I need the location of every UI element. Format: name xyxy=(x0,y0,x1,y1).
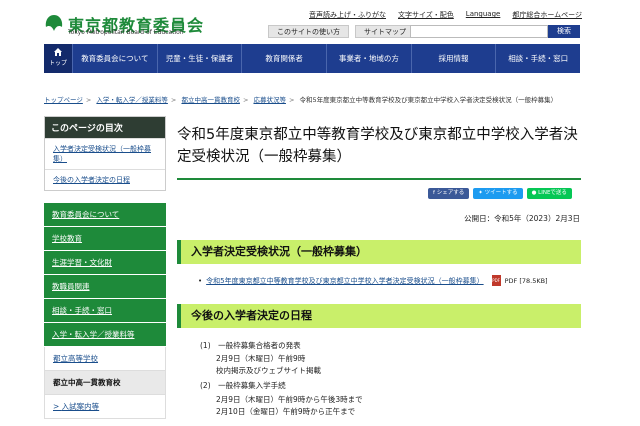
nav-item-consult[interactable]: 相談・手続・窓口 xyxy=(495,44,580,73)
global-nav: トップ 教育委員会について 児童・生徒・保護者 教育関係者 事業者・地域の方 採… xyxy=(44,44,580,73)
sidenav-item-board[interactable]: 教育委員会について xyxy=(44,203,166,227)
tokyo-ginkgo-logo-icon xyxy=(45,15,63,31)
usage-button[interactable]: このサイトの使い方 xyxy=(268,25,349,38)
line-share-label: LINEで送る xyxy=(538,190,567,196)
document-link-row: • 令和5年度東京都立中等教育学校及び東京都立中学校入学者決定受検状況（一般枠募… xyxy=(198,275,548,286)
nav-item-recruit[interactable]: 採用情報 xyxy=(410,44,496,73)
schedule-item-line: 2月9日（木曜日）午前9時 xyxy=(216,354,306,363)
nav-item-board[interactable]: 教育委員会について xyxy=(72,44,157,73)
sidenav-item-lifelong[interactable]: 生涯学習・文化財 xyxy=(44,251,166,275)
search-input[interactable] xyxy=(410,25,548,38)
pdf-icon: PDF xyxy=(491,275,501,286)
line-share-button[interactable]: ● LINEで送る xyxy=(526,188,572,199)
nav-item-business[interactable]: 事業者・地域の方 xyxy=(326,44,411,73)
sidenav-arrow-icon: > xyxy=(53,402,62,411)
bullet-icon: • xyxy=(198,276,203,285)
sidenav-item-staff[interactable]: 教職員関連 xyxy=(44,275,166,299)
home-icon xyxy=(54,48,62,56)
page-title: 令和5年度東京都立中等教育学校及び東京都立中学校入学者決定受検状況（一般枠募集） xyxy=(177,124,581,180)
breadcrumb-separator: > xyxy=(85,96,92,104)
util-link-language[interactable]: Language xyxy=(466,10,501,20)
nav-home-label: トップ xyxy=(48,60,67,67)
util-link-metro-home[interactable]: 都庁総合ホームページ xyxy=(512,10,582,20)
util-link-font-size[interactable]: 文字サイズ・配色 xyxy=(398,10,454,20)
breadcrumb: トップページ > 入学・転入学／授業料等 > 都立中高一貫教育校 > 応募状況等 > 令… xyxy=(44,94,584,104)
schedule-item-line: 校内掲示及びウェブサイト掲載 xyxy=(216,366,321,375)
sidenav-sub-high-school[interactable]: 都立高等学校 xyxy=(44,347,166,371)
breadcrumb-current: 令和5年度東京都立中等教育学校及び東京都立中学校入学者決定受検状況（一般枠募集） xyxy=(299,96,558,104)
util-link-speech[interactable]: 音声読み上げ・ふりがな xyxy=(309,10,386,20)
breadcrumb-link-chuko[interactable]: 都立中高一貫教育校 xyxy=(181,96,240,104)
section-heading-status: 入学者決定受検状況（一般枠募集） xyxy=(177,240,581,264)
site-logo[interactable]: 東京都教育委員会 Tokyo Metropolitan Board of Edu… xyxy=(44,12,203,36)
breadcrumb-separator: > xyxy=(288,96,295,104)
twitter-share-button[interactable]: ✦ ツイートする xyxy=(473,188,523,199)
toc-link-status[interactable]: 入学者決定受検状況（一般枠募集） xyxy=(53,145,151,163)
search-button[interactable]: 検索 xyxy=(548,25,580,38)
facebook-share-label: シェアする xyxy=(436,190,465,196)
schedule-item-line: 2月9日（木曜日）午前9時から午後3時まで xyxy=(216,395,363,404)
site-subtitle: Tokyo Metropolitan Board of Education xyxy=(68,29,184,36)
utility-links: 音声読み上げ・ふりがな 文字サイズ・配色 Language 都庁総合ホームページ xyxy=(309,10,582,20)
breadcrumb-link-top[interactable]: トップページ xyxy=(44,96,83,104)
twitter-share-label: ツイートする xyxy=(484,190,518,196)
section-heading-schedule: 今後の入学者決定の日程 xyxy=(177,304,581,328)
header-buttons: このサイトの使い方 サイトマップ xyxy=(268,25,415,38)
breadcrumb-link-admission[interactable]: 入学・転入学／授業料等 xyxy=(96,96,168,104)
breadcrumb-separator: > xyxy=(242,96,249,104)
page-toc: このページの目次 入学者決定受検状況（一般枠募集） 今後の入学者決定の日程 xyxy=(44,116,166,191)
sidenav-active-chuko[interactable]: 都立中高一貫教育校 xyxy=(44,371,166,395)
schedule-item-label: (1) 一般枠募集合格者の発表 xyxy=(200,341,301,350)
nav-item-educators[interactable]: 教育関係者 xyxy=(241,44,326,73)
schedule-item-line: 2月10日（金曜日）午前9時から正午まで xyxy=(216,407,356,416)
sidenav-sub-exam-info-label: 入試案内等 xyxy=(61,402,100,411)
toc-title: このページの目次 xyxy=(45,117,165,138)
sitemap-button[interactable]: サイトマップ xyxy=(355,25,415,38)
toc-item: 入学者決定受検状況（一般枠募集） xyxy=(45,138,165,169)
schedule-item-label: (2) 一般枠募集入学手続 xyxy=(200,381,286,390)
facebook-share-button[interactable]: f シェアする xyxy=(428,188,470,199)
publish-date: 公開日：令和5年（2023）2月3日 xyxy=(464,214,580,223)
breadcrumb-link-status[interactable]: 応募状況等 xyxy=(253,96,286,104)
document-size: PDF [78.5KB] xyxy=(504,276,548,285)
nav-home[interactable]: トップ xyxy=(44,44,72,73)
toc-item: 今後の入学者決定の日程 xyxy=(45,169,165,190)
sidenav-item-consult[interactable]: 相談・手続・窓口 xyxy=(44,299,166,323)
side-nav: 教育委員会について 学校教育 生涯学習・文化財 教職員関連 相談・手続・窓口 入… xyxy=(44,203,166,419)
sidenav-item-admission[interactable]: 入学・転入学／授業料等 xyxy=(44,323,166,347)
nav-item-students[interactable]: 児童・生徒・保護者 xyxy=(156,44,242,73)
document-link[interactable]: 令和5年度東京都立中等教育学校及び東京都立中学校入学者決定受検状況（一般枠募集） xyxy=(206,276,483,286)
share-buttons: f シェアする ✦ ツイートする ● LINEで送る xyxy=(428,188,572,199)
sidenav-item-school-ed[interactable]: 学校教育 xyxy=(44,227,166,251)
toc-link-schedule[interactable]: 今後の入学者決定の日程 xyxy=(53,176,130,184)
breadcrumb-separator: > xyxy=(170,96,177,104)
sidenav-sub-exam-info[interactable]: > 入試案内等 xyxy=(44,395,166,419)
